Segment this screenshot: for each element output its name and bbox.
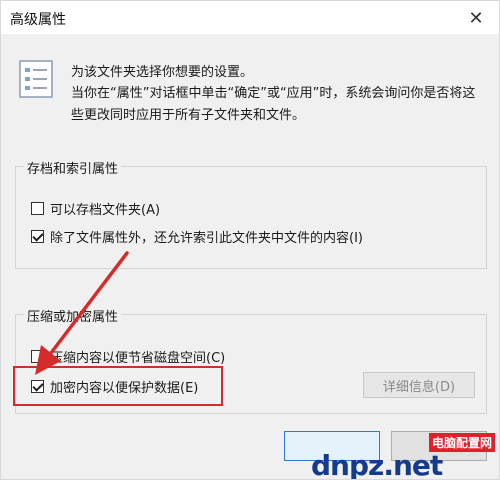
advanced-attributes-dialog: 高级属性 ✕ 为该文件夹选择你想要的设置。 当你在“属性”对话框中单击“确定”或… — [0, 0, 500, 480]
close-button[interactable]: ✕ — [461, 5, 491, 31]
intro-text: 为该文件夹选择你想要的设置。 — [71, 65, 254, 80]
archive-folder-checkbox[interactable] — [31, 202, 44, 215]
archive-folder-option[interactable]: 可以存档文件夹(A) — [31, 199, 160, 218]
list-settings-icon — [19, 60, 53, 98]
compress-contents-checkbox[interactable] — [31, 350, 44, 363]
watermark-domain: dnpz.net — [311, 449, 443, 480]
intro-description: 当你在“属性”对话框中单击“确定”或“应用”时，系统会询问你是否将这些更改同时应… — [71, 86, 476, 123]
index-contents-option[interactable]: 除了文件属性外，还允许索引此文件夹中文件的内容(I) — [31, 227, 363, 246]
compress-contents-option[interactable]: 压缩内容以便节省磁盘空间(C) — [31, 347, 225, 366]
close-icon: ✕ — [468, 7, 484, 29]
site-watermark-logo: 电脑配置网 dnpz.net — [311, 433, 499, 480]
index-contents-checkbox[interactable] — [31, 230, 44, 243]
dialog-title: 高级属性 — [10, 12, 66, 28]
compress-contents-label: 压缩内容以便节省磁盘空间(C) — [50, 351, 226, 366]
title-bar: 高级属性 ✕ — [1, 1, 499, 34]
archive-folder-label: 可以存档文件夹(A) — [50, 203, 161, 218]
index-contents-label: 除了文件属性外，还允许索引此文件夹中文件的内容(I) — [50, 231, 363, 246]
details-button[interactable]: 详细信息(D) — [363, 372, 475, 398]
archive-index-legend: 存档和索引属性 — [24, 158, 122, 177]
highlight-annotation-box — [13, 366, 223, 406]
compress-encrypt-legend: 压缩或加密属性 — [24, 306, 122, 325]
